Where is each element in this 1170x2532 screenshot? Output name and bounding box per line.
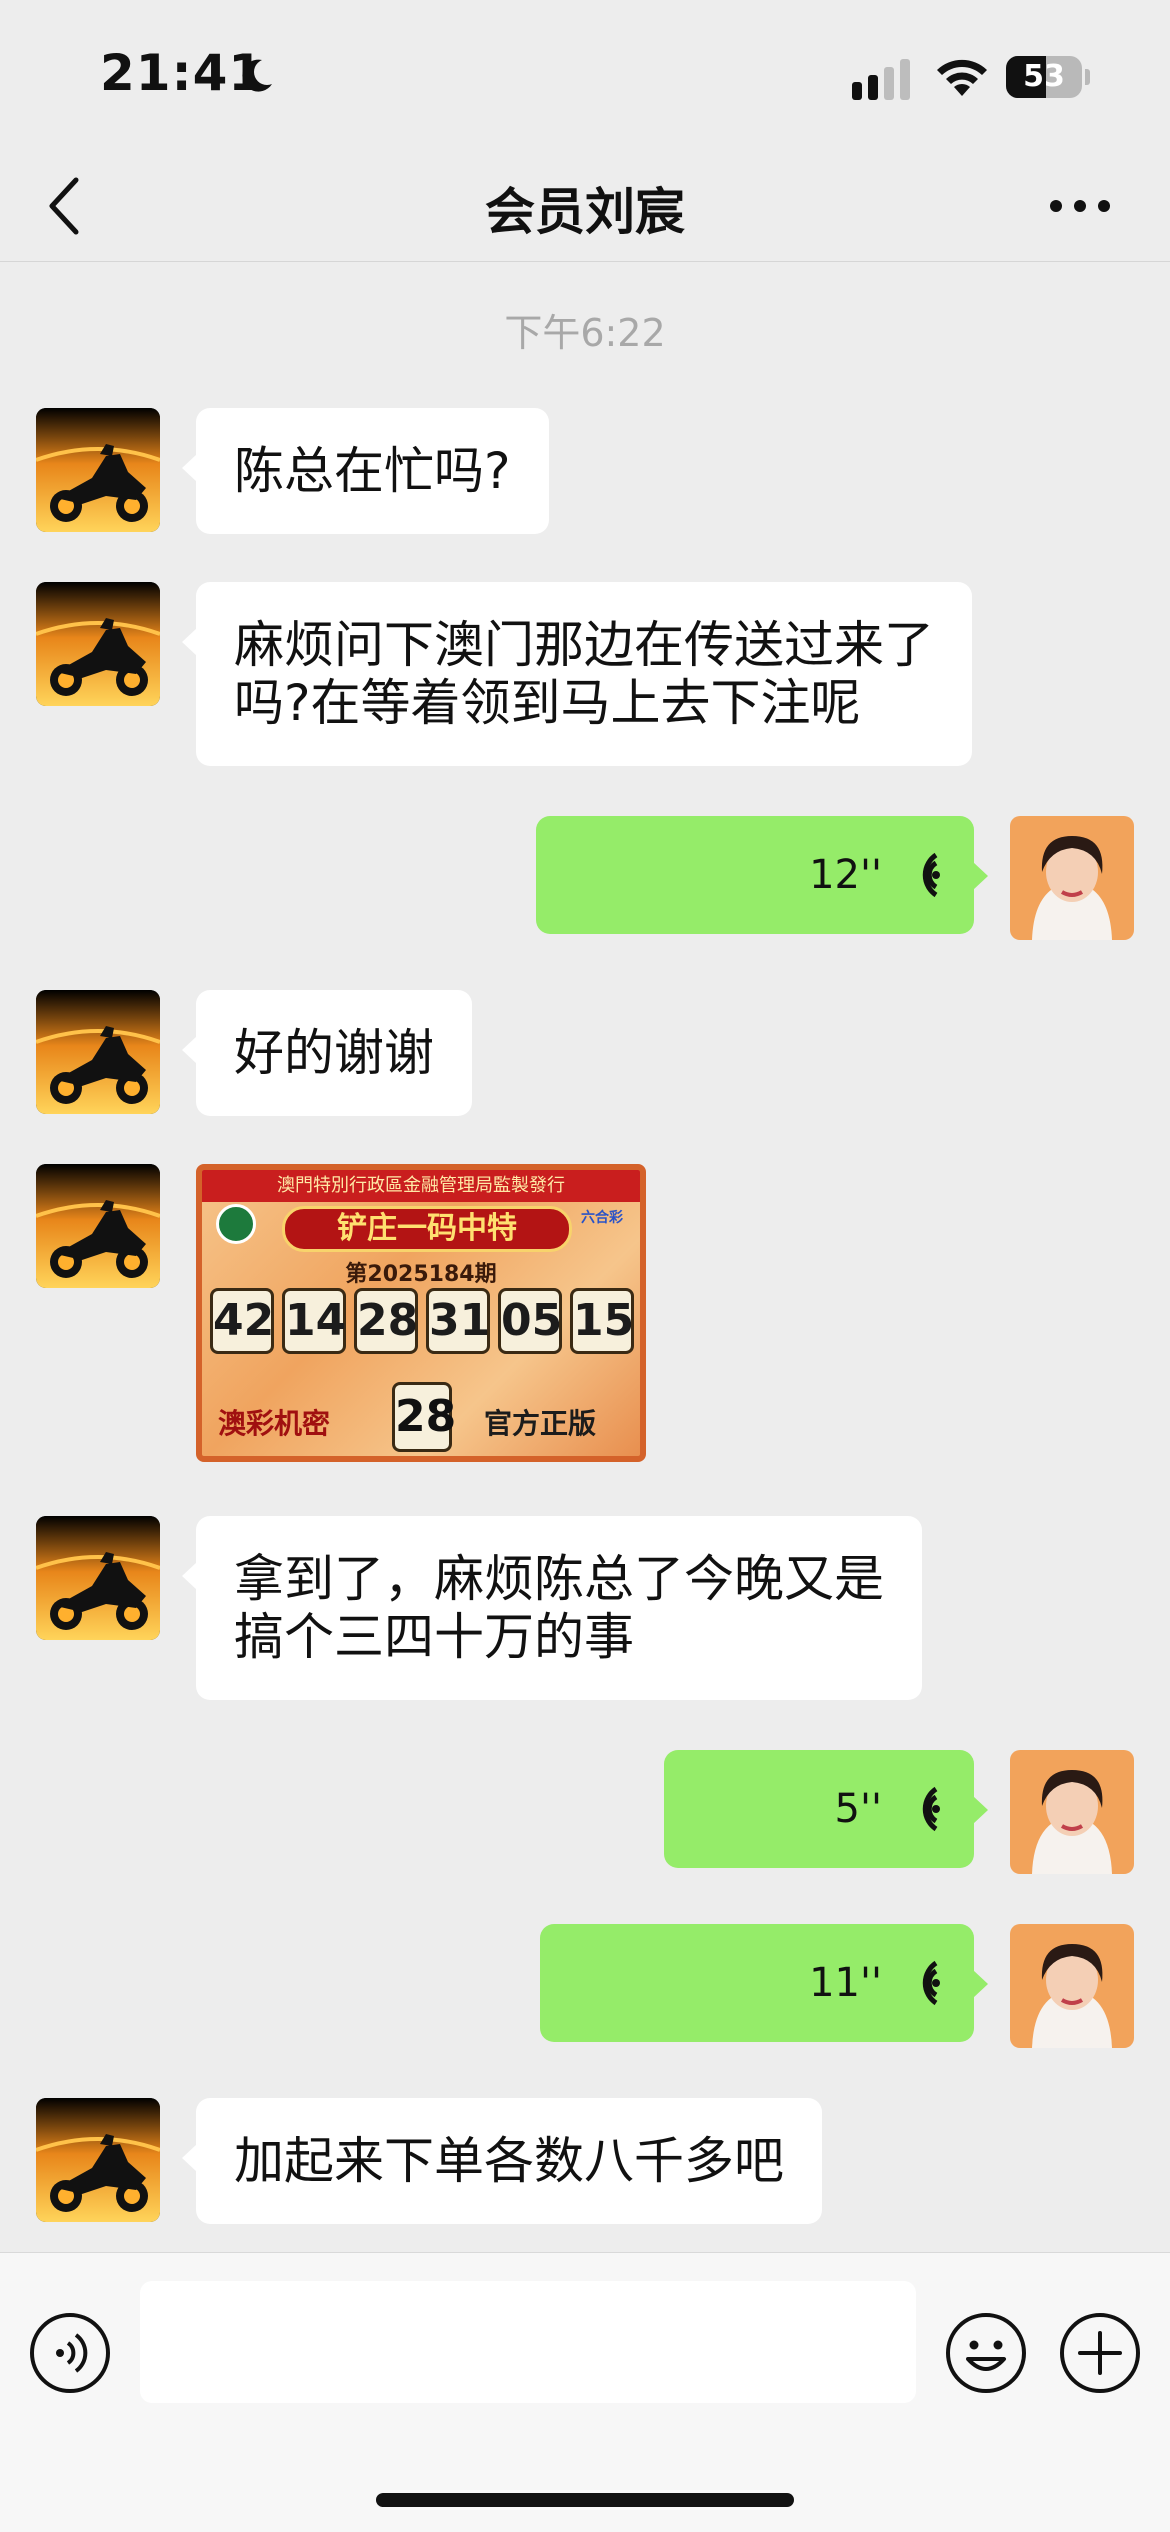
- user-avatar[interactable]: [1010, 1924, 1134, 2048]
- moon-icon: [242, 59, 272, 92]
- lottery-header: 澳門特別行政區金融管理局監製發行: [202, 1170, 640, 1202]
- message-bubble[interactable]: 陈总在忙吗?: [182, 408, 549, 534]
- voice-wave-icon: [922, 1960, 940, 2006]
- lottery-left-text: 澳彩机密: [218, 1407, 331, 1440]
- wifi-icon: [937, 59, 987, 96]
- lottery-number: 42: [210, 1288, 274, 1354]
- contact-avatar[interactable]: [36, 2098, 160, 2222]
- contact-avatar[interactable]: [36, 408, 160, 532]
- image-message[interactable]: 澳門特別行政區金融管理局監製發行 铲庄一码中特 六合彩 第2025184期 42…: [196, 1164, 646, 1462]
- battery-level: 53: [1023, 59, 1065, 94]
- voice-wave-icon: [922, 852, 940, 898]
- message-bubble[interactable]: 麻烦问下澳门那边在传送过来了 吗?在等着领到马上去下注呢: [182, 582, 972, 766]
- contact-avatar[interactable]: [36, 990, 160, 1114]
- chat-title: 会员刘宸: [485, 183, 685, 241]
- lottery-number: 14: [282, 1288, 346, 1354]
- chat-timestamp: 下午6:22: [504, 311, 666, 355]
- lottery-number: 15: [570, 1288, 634, 1354]
- input-bar: [0, 2252, 1170, 2532]
- back-button[interactable]: [36, 170, 96, 242]
- user-avatar[interactable]: [1010, 1750, 1134, 1874]
- lottery-right-text: 官方正版: [484, 1407, 597, 1440]
- contact-avatar[interactable]: [36, 1164, 160, 1288]
- lottery-number: 05: [498, 1288, 562, 1354]
- lottery-numbers: 42 14 28 31 05 15: [210, 1288, 636, 1358]
- nav-bar: 会员刘宸: [0, 150, 1170, 262]
- cellular-signal-icon: [852, 59, 910, 100]
- voice-duration: 12'': [809, 852, 882, 898]
- lottery-period: 第2025184期: [345, 1262, 497, 1287]
- macau-emblem-icon: [216, 1204, 256, 1244]
- voice-duration: 11'': [809, 1960, 882, 2006]
- battery-indicator: 53: [1006, 56, 1090, 98]
- voice-input-icon[interactable]: [28, 2311, 112, 2395]
- lottery-number: 28: [354, 1288, 418, 1354]
- voice-duration: 5'': [834, 1786, 882, 1832]
- lottery-number: 31: [426, 1288, 490, 1354]
- voice-wave-icon: [922, 1786, 940, 1832]
- voice-message-bubble[interactable]: 12'': [536, 816, 988, 934]
- voice-message-bubble[interactable]: 11'': [540, 1924, 988, 2042]
- contact-avatar[interactable]: [36, 582, 160, 706]
- status-bar: 21:41 53: [0, 0, 1170, 150]
- user-avatar[interactable]: [1010, 816, 1134, 940]
- lottery-badge: 六合彩: [581, 1210, 623, 1226]
- contact-avatar[interactable]: [36, 1516, 160, 1640]
- message-bubble[interactable]: 好的谢谢: [182, 990, 472, 1116]
- message-input[interactable]: [140, 2281, 916, 2403]
- emoji-icon[interactable]: [944, 2311, 1028, 2395]
- message-bubble[interactable]: 拿到了，麻烦陈总了今晚又是 搞个三四十万的事: [182, 1516, 922, 1700]
- voice-message-bubble[interactable]: 5'': [664, 1750, 988, 1868]
- more-options-button[interactable]: [1040, 178, 1120, 234]
- plus-icon[interactable]: [1058, 2311, 1142, 2395]
- lottery-special-number: 28: [392, 1382, 456, 1452]
- home-indicator: [376, 2493, 794, 2507]
- lottery-title: 铲庄一码中特: [282, 1206, 572, 1252]
- message-bubble[interactable]: 加起来下单各数八千多吧: [182, 2098, 822, 2224]
